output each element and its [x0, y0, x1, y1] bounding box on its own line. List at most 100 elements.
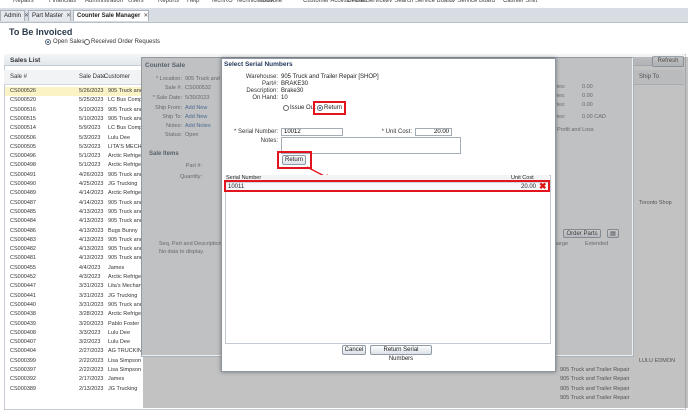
notes-label: Notes: [260, 138, 278, 144]
table-row[interactable]: CS000399 2/22/2023 Lisa Simpson [5, 357, 143, 366]
cell-sale: CS000489 [10, 190, 36, 197]
menu-item[interactable]: Repairs [13, 0, 34, 4]
table-row[interactable]: CS000491 4/26/2023 905 Truck and [5, 171, 143, 180]
cell-date: 2/13/2023 [79, 385, 104, 392]
col-sale-date[interactable]: Sale Date [79, 74, 105, 80]
table-row[interactable]: CS000520 5/25/2023 LC Bus Comp [5, 96, 143, 105]
menu-item[interactable]: Help [187, 0, 199, 4]
table-row[interactable]: CS000481 4/13/2023 905 Truck and [5, 254, 143, 263]
cancel-button[interactable]: Cancel [342, 345, 366, 355]
cell-customer: 905 Truck and [108, 255, 143, 262]
table-row[interactable]: CS000486 4/13/2023 Bugs Bunny [5, 227, 143, 236]
cell-customer: LC Bus Comp [108, 97, 143, 104]
cell-sale: CS000505 [10, 143, 36, 150]
table-row[interactable]: CS000483 4/13/2023 905 Truck and [5, 236, 143, 245]
menu-item[interactable]: DSP [262, 0, 274, 4]
table-row[interactable]: CS000489 4/14/2023 Arctic Refrige [5, 189, 143, 198]
table-row[interactable]: CS000389 2/13/2023 JG Trucking [5, 385, 143, 394]
menu-item[interactable]: Financials [49, 0, 76, 4]
table-row[interactable]: CS000407 3/2/2023 Lulu Dee [5, 338, 143, 347]
table-row[interactable]: CS000490 4/25/2023 JG Trucking [5, 180, 143, 189]
table-row[interactable]: CS000397 2/22/2023 Lisa Simpson [5, 366, 143, 375]
menu-item[interactable]: Users [128, 0, 144, 4]
page-title: To Be Invoiced [9, 27, 73, 37]
received-orders-radio[interactable] [84, 39, 90, 45]
cell-date: 5/3/2023 [79, 143, 101, 150]
cell-customer: Arctic Refrige [108, 190, 142, 197]
tab-counter-sale-manager[interactable]: Counter Sale Manager ✕ [73, 10, 149, 21]
tab-admin[interactable]: Admin ✕ [0, 10, 29, 21]
table-row[interactable]: CS000408 3/3/2023 Lulu Dee [5, 329, 143, 338]
menu-item[interactable]: TV Search Service Board [385, 0, 453, 4]
cell-customer: LC Bus Comp [108, 125, 143, 132]
unit-cost-input[interactable] [415, 128, 452, 136]
table-row[interactable]: CS000505 5/3/2023 LITA'S MECH [5, 143, 143, 152]
cell-customer: 905 Truck and [108, 106, 143, 113]
cell-date: 4/14/2023 [79, 190, 104, 197]
top-menu-bar: Repairs Financials Administration Users Repo… [0, 0, 688, 8]
close-icon[interactable]: ✕ [143, 13, 148, 19]
table-row[interactable]: CS000455 4/4/2023 James [5, 264, 143, 273]
cell-sale: CS000447 [10, 283, 36, 290]
table-row[interactable]: CS000438 3/28/2023 Arctic Refrige [5, 310, 143, 319]
tab-part-master[interactable]: Part Master ✕ [28, 10, 71, 21]
table-row[interactable]: CS000482 4/13/2023 905 Truck and [5, 245, 143, 254]
table-row[interactable]: CS000516 5/10/2023 905 Truck and [5, 106, 143, 115]
table-row[interactable]: CS000526 5/26/2023 905 Truck and [5, 87, 143, 96]
cell-date: 4/13/2023 [79, 218, 104, 225]
cell-sale: CS000440 [10, 301, 36, 308]
return-serial-numbers-button[interactable]: Return Serial Numbers [370, 345, 432, 362]
serial-number-label: * Serial Number: [233, 129, 278, 135]
table-row[interactable]: CS000447 3/31/2023 Lita's Mechan [5, 282, 143, 291]
table-row[interactable]: CS000515 5/10/2023 905 Truck and [5, 115, 143, 124]
cell-customer: AG TRUCKIN [108, 348, 142, 355]
tab-label: Part Master [32, 13, 64, 19]
cell-customer: Lulu Dee [108, 339, 131, 346]
serial-number-input[interactable] [281, 128, 343, 136]
table-row[interactable]: CS000484 4/13/2023 905 Truck and [5, 217, 143, 226]
col-sale-number[interactable]: Sale # [10, 74, 27, 80]
cell-customer: Arctic Refrige [108, 153, 142, 160]
tab-label: Admin [4, 13, 22, 19]
table-row[interactable]: CS000496 5/1/2023 Arctic Refrige [5, 152, 143, 161]
cell-date: 5/10/2023 [79, 106, 104, 113]
col-customer[interactable]: Customer [104, 74, 130, 80]
menu-item[interactable]: Offline Services [347, 0, 389, 4]
close-icon[interactable]: ✕ [66, 13, 71, 19]
menu-item[interactable]: Administration [85, 0, 123, 4]
cell-sale: CS000407 [10, 339, 36, 346]
warehouse-label: Warehouse: [245, 74, 278, 80]
table-row[interactable]: CS000506 5/3/2023 Lulu Dee [5, 134, 143, 143]
table-row[interactable]: CS000514 5/9/2023 LC Bus Comp [5, 124, 143, 133]
table-row[interactable]: CS000404 2/27/2023 AG TRUCKIN [5, 347, 143, 356]
issue-out-radio[interactable] [283, 105, 289, 111]
table-row[interactable]: CS000439 3/20/2023 Pablo Foster [5, 320, 143, 329]
cell-sale: CS000392 [10, 376, 36, 383]
cell-customer: 905 Truck and [108, 236, 143, 243]
cell-date: 4/26/2023 [79, 171, 104, 178]
cell-customer: Lisa Simpson [108, 357, 142, 364]
cell-customer: Lita's Mechan [108, 283, 142, 290]
menu-item[interactable]: TechnicianMobile [236, 0, 282, 4]
menu-item[interactable]: TechRO [211, 0, 233, 4]
cell-date: 4/13/2023 [79, 236, 104, 243]
open-sales-radio[interactable] [45, 39, 51, 45]
table-row[interactable]: CS000498 5/1/2023 Arctic Refrige [5, 161, 143, 170]
table-row[interactable]: CS000452 4/3/2023 Arctic Refrige [5, 273, 143, 282]
table-row[interactable]: CS000441 3/31/2023 JG Trucking [5, 292, 143, 301]
menu-item[interactable]: TV Service Board [448, 0, 495, 4]
cell-customer: James [108, 376, 125, 383]
cell-sale: CS000455 [10, 264, 36, 271]
cell-customer: 905 Truck and [108, 171, 143, 178]
cell-sale: CS000484 [10, 218, 36, 225]
table-row[interactable]: CS000392 2/17/2023 James [5, 375, 143, 384]
menu-item[interactable]: Reports [158, 0, 179, 4]
menu-item[interactable]: Cashier Shift [503, 0, 537, 4]
cell-customer: JG Trucking [108, 292, 138, 299]
warehouse-value: 905 Truck and Trailer Repair [SHOP] [281, 74, 379, 80]
cell-customer: Arctic Refrige [108, 162, 142, 169]
cell-sale: CS000496 [10, 153, 36, 160]
table-row[interactable]: CS000485 4/13/2023 905 Truck and [5, 208, 143, 217]
table-row[interactable]: CS000487 4/14/2023 905 Truck and [5, 199, 143, 208]
table-row[interactable]: CS000440 3/31/2023 905 Truck and [5, 301, 143, 310]
